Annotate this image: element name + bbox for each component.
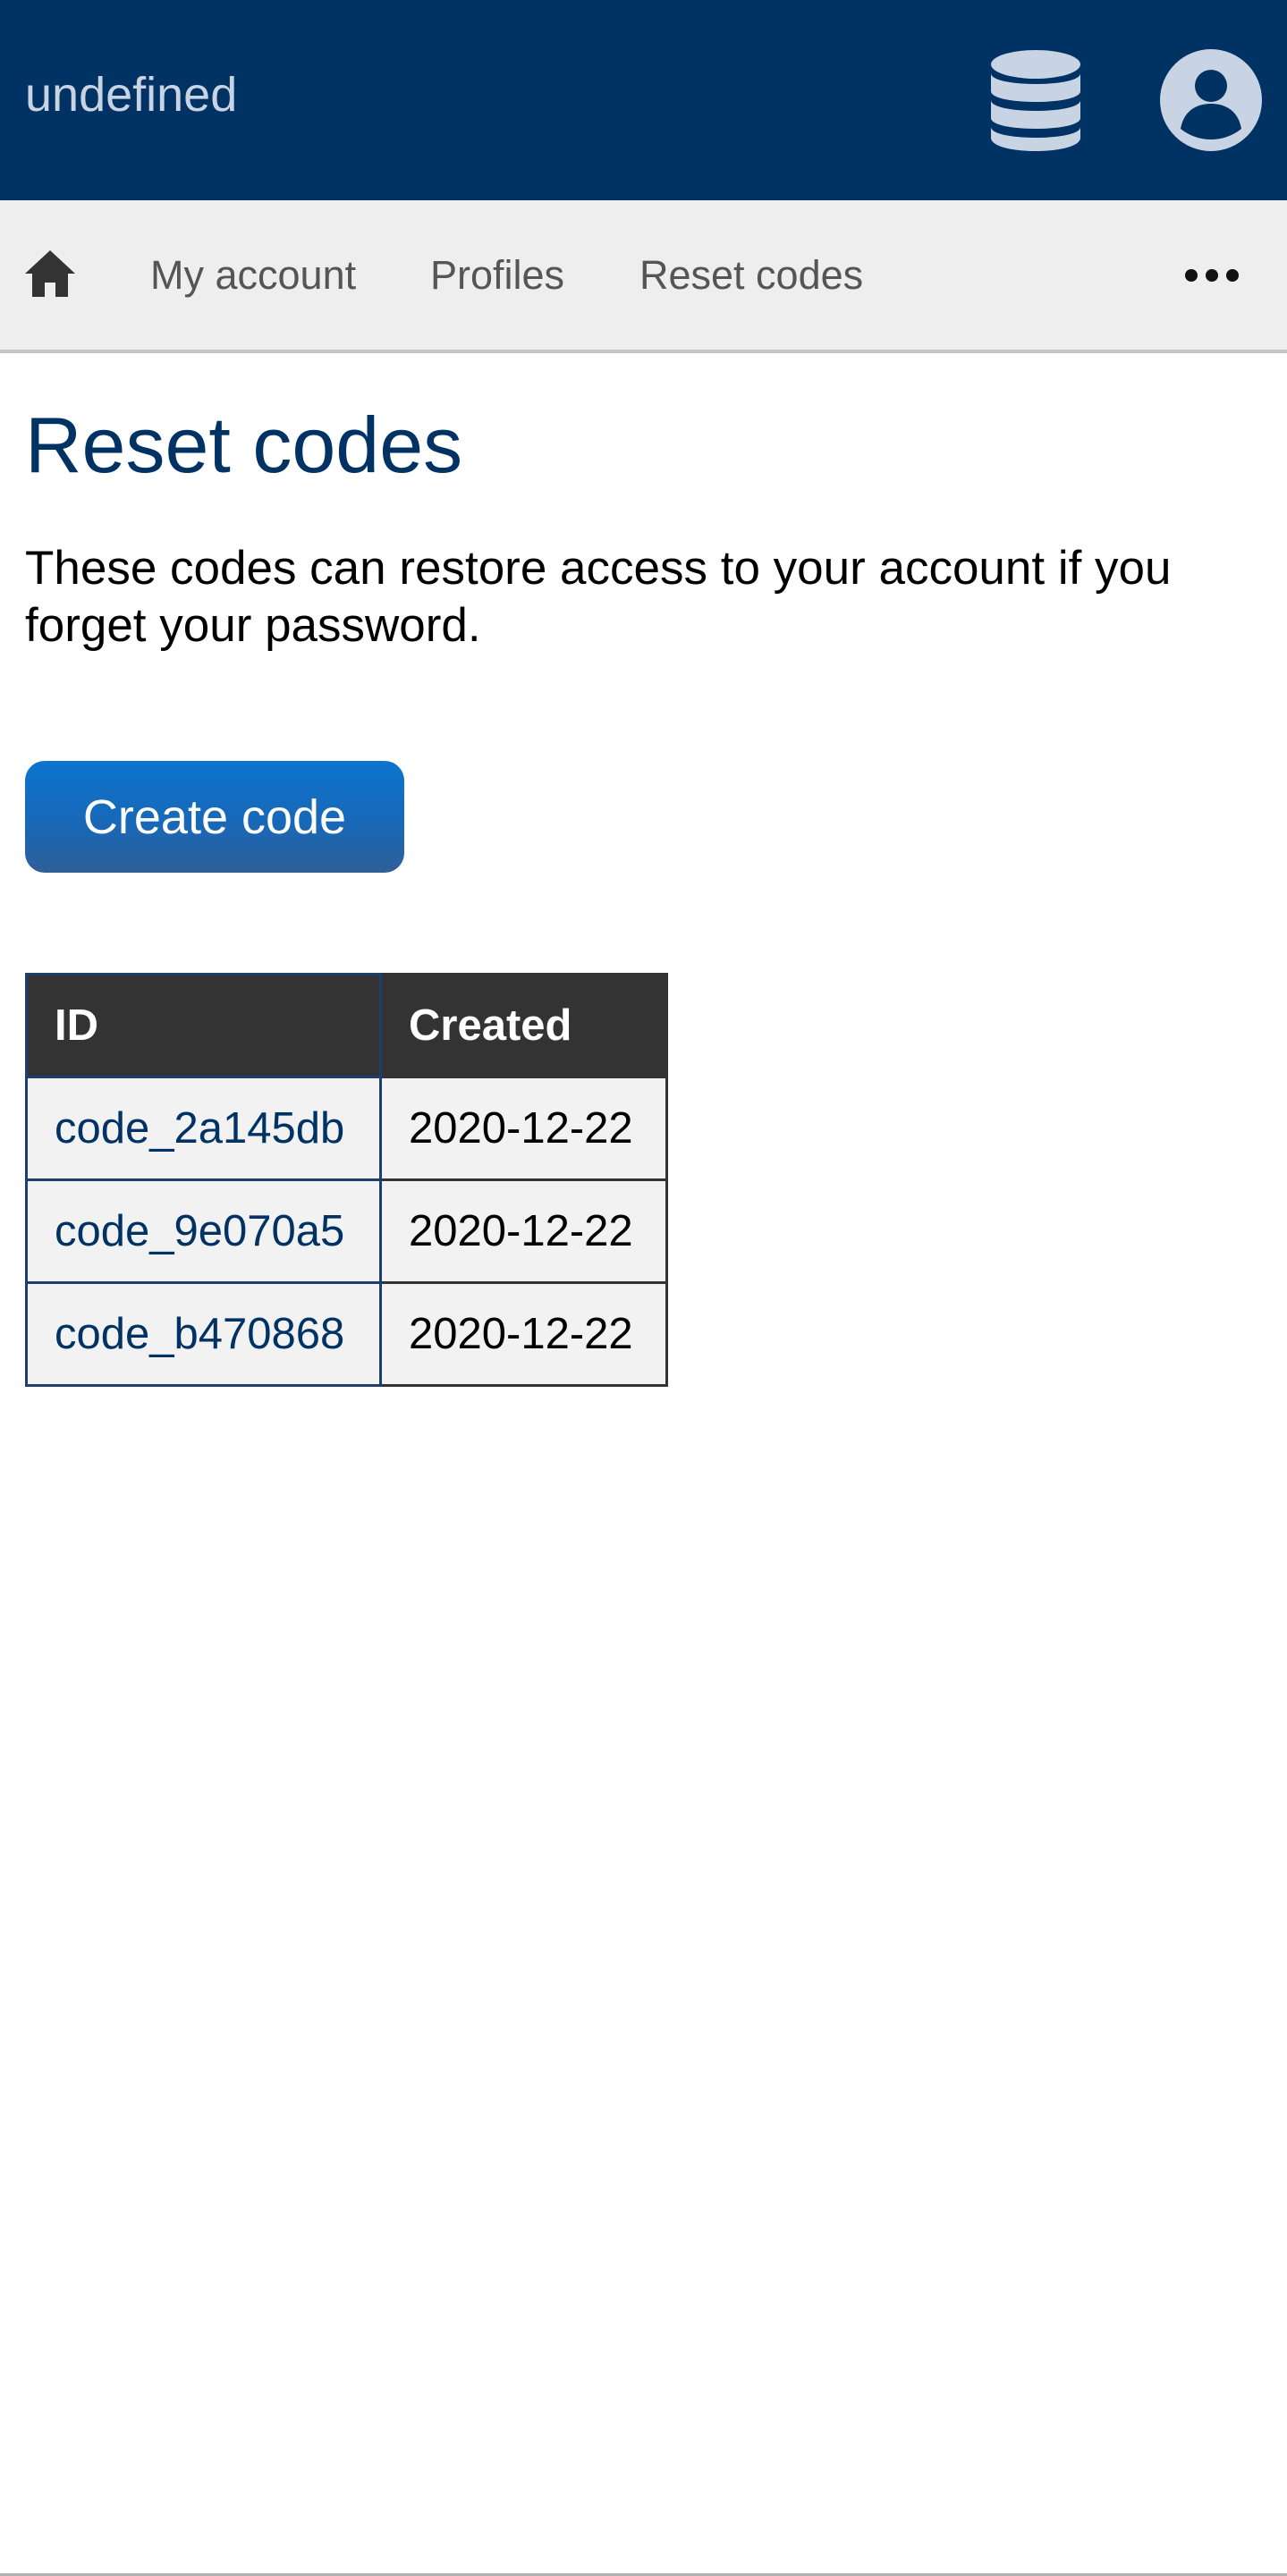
table-row: code_2a145db 2020-12-22	[25, 1076, 668, 1181]
code-id-cell: code_2a145db	[25, 1076, 382, 1181]
page-description: These codes can restore access to your a…	[25, 542, 1172, 652]
code-id-link[interactable]: code_b470868	[55, 1310, 344, 1358]
table-row: code_b470868 2020-12-22	[25, 1281, 668, 1387]
more-horizontal-icon[interactable]	[1182, 258, 1241, 293]
top-header: undefined	[0, 0, 1287, 200]
column-header-id: ID	[25, 973, 382, 1078]
main-nav: My account Profiles Reset codes	[0, 200, 1287, 353]
database-icon[interactable]	[989, 48, 1082, 152]
home-icon[interactable]	[23, 247, 77, 300]
nav-item-my-account[interactable]: My account	[150, 250, 356, 300]
created-date-cell: 2020-12-22	[379, 1281, 668, 1387]
nav-item-profiles[interactable]: Profiles	[430, 250, 564, 300]
user-account-icon[interactable]	[1159, 48, 1263, 152]
code-id-link[interactable]: code_9e070a5	[55, 1207, 344, 1255]
app-title: undefined	[25, 68, 238, 122]
created-date-cell: 2020-12-22	[379, 1076, 668, 1181]
code-id-link[interactable]: code_2a145db	[55, 1104, 344, 1153]
code-id-cell: code_9e070a5	[25, 1178, 382, 1284]
column-header-created: Created	[379, 973, 668, 1078]
reset-codes-table: ID Created code_2a145db 2020-12-22 code_…	[25, 973, 668, 1387]
code-id-cell: code_b470868	[25, 1281, 382, 1387]
nav-item-reset-codes[interactable]: Reset codes	[639, 250, 863, 300]
table-row: code_9e070a5 2020-12-22	[25, 1178, 668, 1284]
page-title: Reset codes	[25, 401, 463, 489]
created-date-cell: 2020-12-22	[379, 1178, 668, 1284]
create-code-button[interactable]: Create code	[25, 761, 404, 873]
table-header-row: ID Created	[25, 973, 668, 1078]
